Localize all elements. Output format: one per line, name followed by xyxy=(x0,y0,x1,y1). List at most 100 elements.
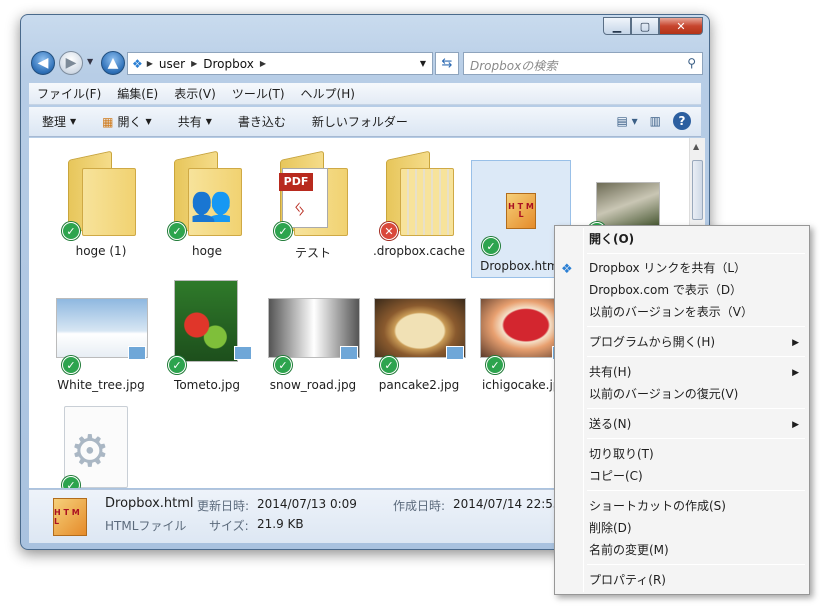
sync-error-icon: ✕ xyxy=(380,222,398,240)
preview-pane-icon[interactable]: ▥ xyxy=(650,114,661,128)
list-item[interactable]: ✕ .dropbox.cache xyxy=(369,146,469,258)
menu-tools[interactable]: ツール(T) xyxy=(224,85,293,102)
sync-ok-icon: ✓ xyxy=(62,222,80,240)
submenu-arrow-icon: ▶ xyxy=(792,368,799,378)
menu-bar: ファイル(F) 編集(E) 表示(V) ツール(T) ヘルプ(H) xyxy=(29,83,701,105)
search-placeholder: Dropboxの検索 xyxy=(470,59,558,73)
details-filename: Dropbox.html xyxy=(105,496,194,511)
menu-help[interactable]: ヘルプ(H) xyxy=(293,85,363,102)
menu-item-cut[interactable]: 切り取り(T) xyxy=(589,444,654,464)
scroll-up-icon[interactable]: ▲ xyxy=(693,142,699,151)
search-icon[interactable]: ⚲ xyxy=(687,56,696,70)
help-icon[interactable]: ? xyxy=(673,112,691,130)
list-item[interactable]: ✓ Tometo.jpg xyxy=(157,280,257,392)
menu-file[interactable]: ファイル(F) xyxy=(29,85,109,102)
menu-item-open[interactable]: 開く(O) xyxy=(589,229,634,249)
forward-button[interactable]: ▶ xyxy=(59,51,83,75)
size-label: サイズ: xyxy=(209,519,249,533)
list-item[interactable]: ✓ White_tree.jpg xyxy=(51,280,151,392)
item-label: テスト xyxy=(294,246,331,260)
menu-item-rename[interactable]: 名前の変更(M) xyxy=(589,540,669,560)
maximize-button[interactable]: ▢ xyxy=(631,17,659,35)
minimize-button[interactable]: ▁ xyxy=(603,17,631,35)
breadcrumb-separator-icon[interactable]: ▶ xyxy=(260,59,266,68)
image-type-icon xyxy=(446,346,464,360)
list-item[interactable]: ✓ pancake2.jpg xyxy=(369,280,469,392)
open-button[interactable]: ▦ 開く ▼ xyxy=(89,113,165,130)
organize-button[interactable]: 整理 ▼ xyxy=(29,113,89,130)
organize-label: 整理 xyxy=(42,115,67,129)
menu-item-prev-versions[interactable]: 以前のバージョンを表示（V） xyxy=(589,302,753,322)
menu-item-delete[interactable]: 削除(D) xyxy=(589,518,632,538)
context-menu: 開く(O) ❖ Dropbox リンクを共有（L） Dropbox.com で表… xyxy=(554,225,810,595)
menu-separator xyxy=(587,326,805,327)
item-label: White_tree.jpg xyxy=(57,378,145,392)
chevron-down-icon: ▼ xyxy=(205,117,212,126)
list-item[interactable]: ✓ hoge (1) xyxy=(51,146,151,258)
search-input[interactable]: Dropboxの検索 ⚲ xyxy=(463,52,703,75)
menu-item-dropbox-view[interactable]: Dropbox.com で表示（D） xyxy=(589,280,742,300)
menu-item-dropbox-share[interactable]: Dropbox リンクを共有（L） xyxy=(589,258,746,278)
submenu-arrow-icon: ▶ xyxy=(792,338,799,348)
menu-item-properties[interactable]: プロパティ(R) xyxy=(589,570,666,590)
burn-button[interactable]: 書き込む xyxy=(225,113,299,130)
command-bar: 整理 ▼ ▦ 開く ▼ 共有 ▼ 書き込む 新しいフォルダー ▤ ▾ ▥ ? xyxy=(29,107,701,137)
list-item[interactable]: 👥 ✓ hoge xyxy=(157,146,257,258)
menu-item-copy[interactable]: コピー(C) xyxy=(589,466,643,486)
chevron-down-icon: ▼ xyxy=(145,117,152,126)
menu-item-share[interactable]: 共有(H) xyxy=(589,362,631,382)
list-item[interactable]: ⚙ ✓ xyxy=(51,400,151,488)
modified-value: 2014/07/13 0:09 xyxy=(257,497,357,511)
sync-ok-icon: ✓ xyxy=(380,356,398,374)
html-file-icon: ▦ xyxy=(102,114,114,129)
created-value: 2014/07/14 22:53 xyxy=(453,497,561,511)
new-folder-button[interactable]: 新しいフォルダー xyxy=(299,113,421,130)
share-button[interactable]: 共有 ▼ xyxy=(165,113,225,130)
chevron-down-icon: ▼ xyxy=(70,117,77,126)
list-item[interactable]: PDF ᛃ ✓ テスト xyxy=(263,146,363,261)
sync-ok-icon: ✓ xyxy=(168,222,186,240)
menu-separator xyxy=(587,490,805,491)
address-bar[interactable]: ❖ ▶ user ▶ Dropbox ▶ ▼ xyxy=(127,52,433,75)
html-file-icon: H T M L xyxy=(506,193,536,229)
sync-ok-icon: ✓ xyxy=(274,222,292,240)
open-with-label: プログラムから開く(H) xyxy=(589,335,716,349)
recent-pages-dropdown-icon[interactable]: ▼ xyxy=(87,57,93,66)
address-dropdown-icon[interactable]: ▼ xyxy=(420,59,426,68)
image-type-icon xyxy=(128,346,146,360)
refresh-button[interactable]: ⇆ xyxy=(435,52,459,75)
item-label: Tometo.jpg xyxy=(174,378,240,392)
menu-item-open-with[interactable]: プログラムから開く(H) xyxy=(589,332,809,352)
breadcrumb-separator-icon[interactable]: ▶ xyxy=(147,59,153,68)
dropbox-icon: ❖ xyxy=(561,262,573,277)
change-view-icon[interactable]: ▤ ▾ xyxy=(616,114,637,128)
sync-ok-icon: ✓ xyxy=(274,356,292,374)
pdf-icon: PDF ᛃ xyxy=(279,168,328,228)
modified-label: 更新日時: xyxy=(197,499,250,513)
menu-separator xyxy=(587,438,805,439)
menu-item-send-to[interactable]: 送る(N) xyxy=(589,414,631,434)
image-type-icon xyxy=(234,346,252,360)
menu-separator xyxy=(587,408,805,409)
list-item[interactable]: ✓ snow_road.jpg xyxy=(263,280,363,392)
up-button[interactable]: ▲ xyxy=(101,51,125,75)
breadcrumb-separator-icon[interactable]: ▶ xyxy=(191,59,197,68)
image-thumbnail xyxy=(174,280,238,362)
menu-view[interactable]: 表示(V) xyxy=(166,85,224,102)
item-label: snow_road.jpg xyxy=(269,378,357,392)
menu-edit[interactable]: 編集(E) xyxy=(109,85,166,102)
scrollbar-thumb[interactable] xyxy=(692,160,703,220)
sync-ok-icon: ✓ xyxy=(62,356,80,374)
menu-item-create-shortcut[interactable]: ショートカットの作成(S) xyxy=(589,496,726,516)
menu-item-restore[interactable]: 以前のバージョンの復元(V) xyxy=(589,384,738,404)
close-button[interactable]: ✕ xyxy=(659,17,703,35)
open-label: 開く xyxy=(117,115,142,129)
breadcrumb-user[interactable]: user xyxy=(159,57,185,71)
sync-ok-icon: ✓ xyxy=(62,476,80,488)
item-label: pancake2.jpg xyxy=(378,378,460,392)
menu-separator xyxy=(587,253,805,254)
item-label: hoge xyxy=(192,244,222,258)
back-button[interactable]: ◀ xyxy=(31,51,55,75)
breadcrumb-dropbox[interactable]: Dropbox xyxy=(203,57,254,71)
menu-gutter xyxy=(583,228,584,592)
